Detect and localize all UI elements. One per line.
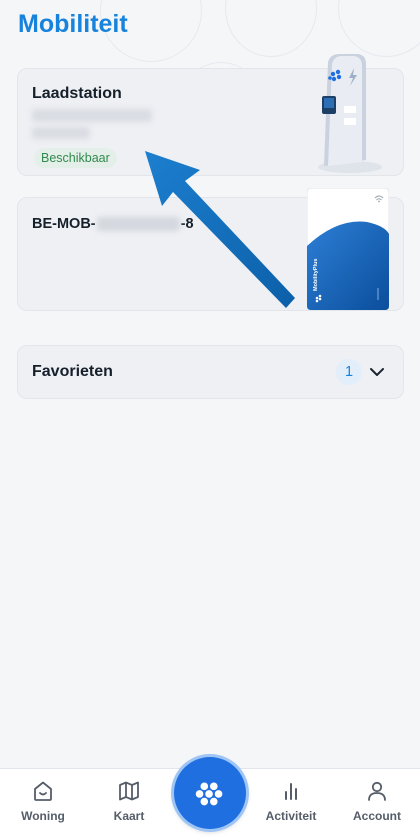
nav-label-kaart: Kaart [113, 809, 145, 823]
nav-label-woning: Woning [21, 809, 65, 823]
charger-address-line-2 [32, 127, 90, 139]
map-icon [119, 781, 139, 801]
charging-station-icon [318, 54, 382, 173]
mobility-home-button[interactable] [174, 757, 246, 829]
home-icon [34, 781, 52, 801]
nav-item-activiteit[interactable]: Activiteit [256, 777, 326, 823]
nav-item-kaart[interactable]: Kaart [94, 777, 164, 823]
charger-title: Laadstation [32, 85, 122, 102]
card-number-prefix: BE-MOB- [32, 216, 96, 232]
charger-address-line-1 [32, 109, 152, 122]
card-brand-text: MobilityPlus [313, 259, 319, 291]
card-number-suffix: -8 [180, 216, 194, 232]
nav-label-account: Account [353, 809, 401, 823]
page-title: Mobiliteit [18, 10, 128, 38]
nav-item-account[interactable]: Account [342, 777, 412, 823]
favorites-label: Favorieten [32, 363, 113, 380]
mobility-logo-icon [195, 782, 223, 806]
nav-label-activiteit: Activiteit [265, 809, 317, 823]
activity-icon [285, 783, 297, 800]
user-icon [368, 781, 386, 801]
status-badge: Beschikbaar [34, 148, 117, 168]
nav-item-woning[interactable]: Woning [8, 777, 78, 823]
charge-card-icon: MobilityPlus [307, 188, 389, 310]
card-number-hidden [96, 217, 180, 231]
favorites-row[interactable]: Favorieten 1 [17, 345, 404, 399]
favorites-count-badge: 1 [336, 359, 362, 385]
chevron-down-icon[interactable] [368, 363, 386, 381]
card-number: BE-MOB- -8 [32, 216, 194, 232]
